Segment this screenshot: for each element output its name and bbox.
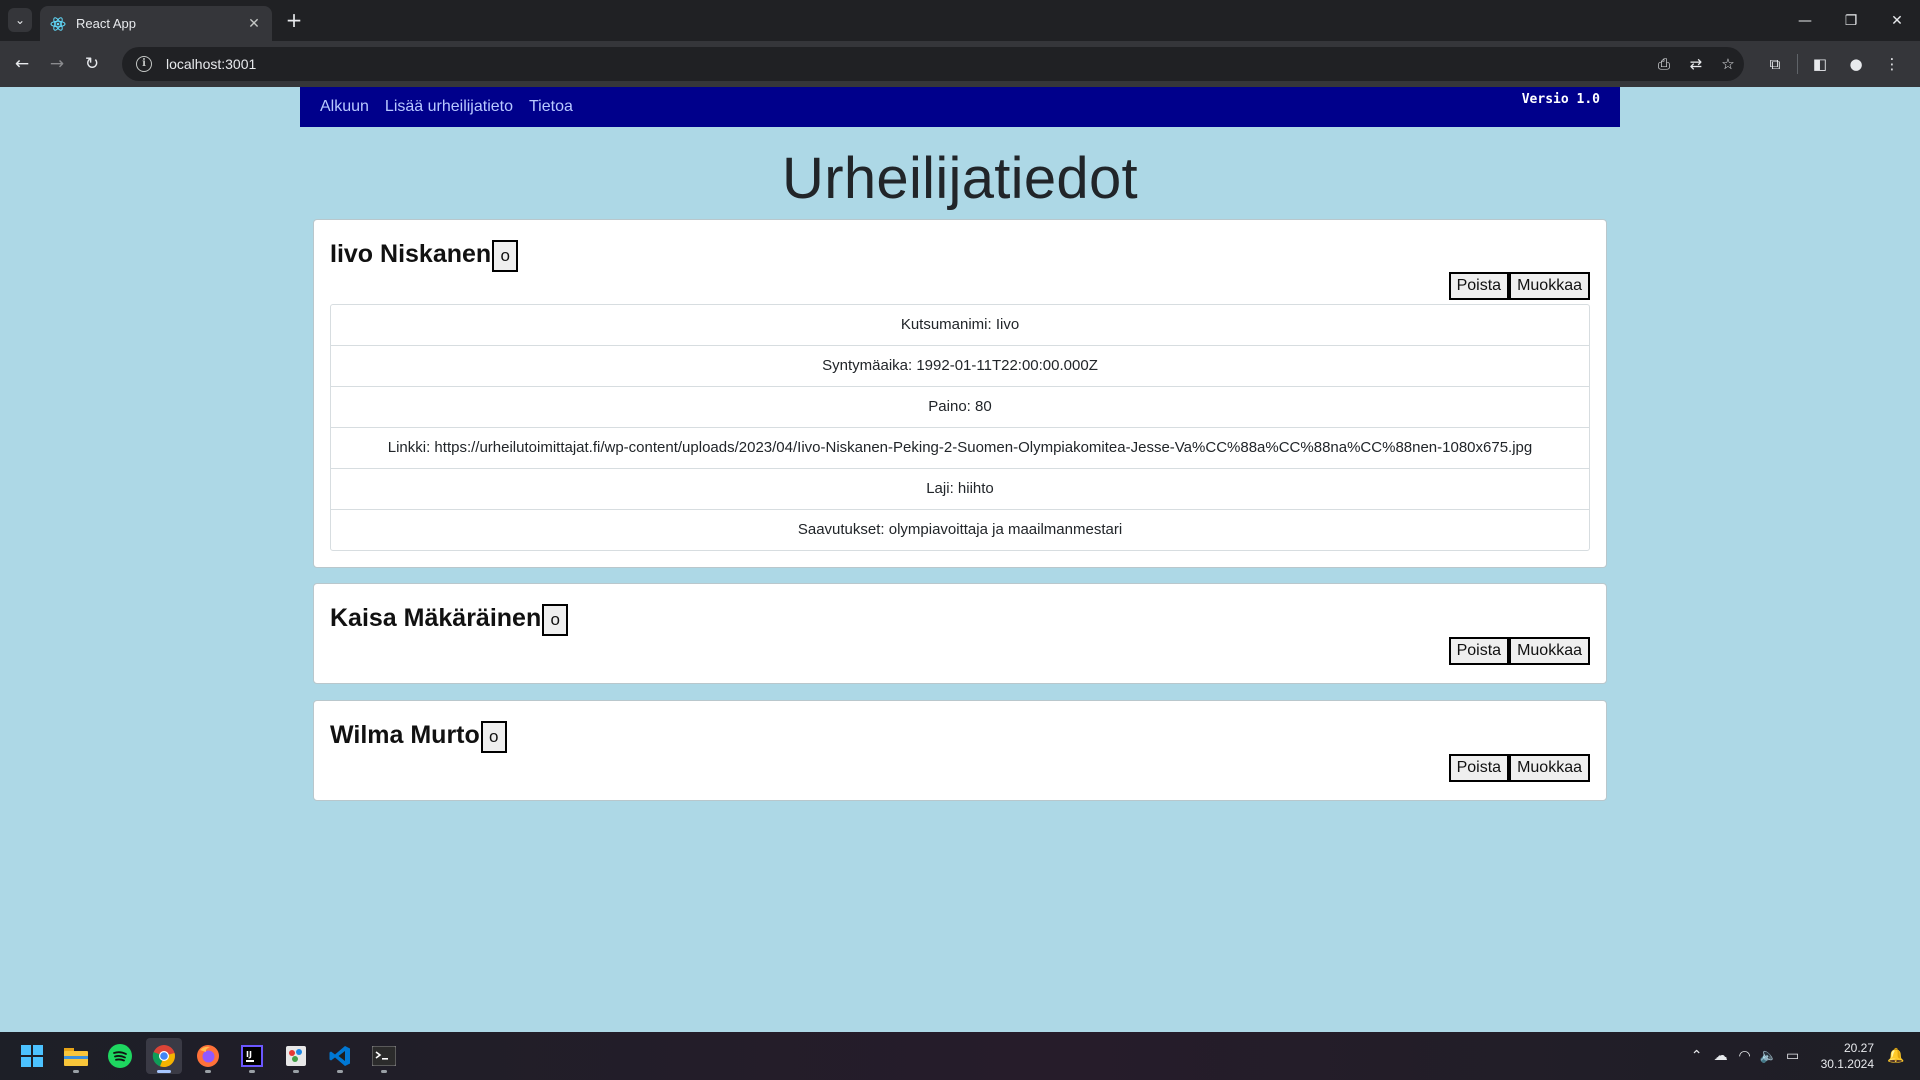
- wifi-icon[interactable]: ◠: [1733, 1048, 1757, 1064]
- page-viewport: Alkuun Lisää urheilijatieto Tietoa Versi…: [0, 87, 1920, 1032]
- file-explorer-icon[interactable]: [58, 1038, 94, 1074]
- version-label: Versio 1.0: [1521, 92, 1600, 107]
- athlete-name: Kaisa Mäkäräinen: [330, 603, 542, 632]
- toolbar-divider: [1797, 54, 1798, 74]
- windows-taskbar: IJ ⌃ ☁ ◠ 🔈 ▭ 20.27 30.1.2024 🔔: [0, 1032, 1920, 1080]
- athlete-name: Iivo Niskanen: [330, 239, 492, 268]
- detail-link: Linkki: https://urheilutoimittajat.fi/wp…: [331, 428, 1589, 469]
- close-window-icon[interactable]: ✕: [1874, 0, 1920, 41]
- athlete-card: Wilma Murto o Poista Muokkaa: [313, 700, 1607, 801]
- chrome-icon[interactable]: [146, 1038, 182, 1074]
- detail-weight: Paino: 80: [331, 387, 1589, 428]
- forward-icon[interactable]: →: [44, 51, 70, 77]
- athlete-card: Iivo Niskanen o Poista Muokkaa Kutsumani…: [313, 219, 1607, 568]
- side-panel-icon[interactable]: ◧: [1802, 51, 1838, 77]
- nav-link-add-athlete[interactable]: Lisää urheilijatieto: [385, 98, 513, 116]
- address-bar[interactable]: i localhost:3001 ⎙ ⇄ ☆: [122, 47, 1744, 81]
- browser-toolbar: ← → ↻ i localhost:3001 ⎙ ⇄ ☆ ⧉ ◧ ● ⋮: [0, 41, 1920, 87]
- translate-icon[interactable]: ⇄: [1680, 55, 1712, 73]
- detail-achievements: Saavutukset: olympiavoittaja ja maailman…: [797, 521, 1123, 538]
- edit-button[interactable]: Muokkaa: [1509, 272, 1590, 300]
- delete-button[interactable]: Poista: [1448, 272, 1510, 300]
- volume-icon[interactable]: 🔈: [1757, 1048, 1781, 1064]
- vscode-icon[interactable]: [322, 1038, 358, 1074]
- clock-date: 30.1.2024: [1820, 1057, 1874, 1071]
- onedrive-offline-icon[interactable]: ☁: [1709, 1048, 1733, 1064]
- delete-button[interactable]: Poista: [1448, 754, 1510, 782]
- delete-button[interactable]: Poista: [1448, 637, 1510, 665]
- back-icon[interactable]: ←: [9, 51, 35, 77]
- battery-icon[interactable]: ▭: [1781, 1048, 1805, 1064]
- detail-nickname: Kutsumanimi: Iivo: [331, 305, 1589, 346]
- edit-button[interactable]: Muokkaa: [1509, 637, 1590, 665]
- nav-link-home[interactable]: Alkuun: [320, 98, 369, 116]
- athlete-name: Wilma Murto: [330, 720, 480, 749]
- toggle-details-button[interactable]: o: [480, 721, 507, 753]
- detail-birthdate: Syntymäaika: 1992-01-11T22:00:00.000Z: [331, 346, 1589, 387]
- edit-button[interactable]: Muokkaa: [1509, 754, 1590, 782]
- clock-time: 20.27: [1843, 1041, 1874, 1055]
- react-logo-icon: [50, 16, 66, 31]
- toggle-details-button[interactable]: o: [492, 240, 519, 272]
- browser-tabstrip: ⌄ React App ✕ + — ❐ ✕: [0, 0, 1920, 41]
- browser-tab[interactable]: React App ✕: [40, 6, 272, 41]
- tab-search-button[interactable]: ⌄: [8, 8, 32, 32]
- page-title: Urheilijatiedot: [782, 146, 1138, 211]
- athlete-card: Kaisa Mäkäräinen o Poista Muokkaa: [313, 583, 1607, 684]
- bookmark-star-icon[interactable]: ☆: [1712, 55, 1744, 73]
- taskbar-clock[interactable]: 20.27 30.1.2024: [1821, 1040, 1874, 1072]
- restore-icon[interactable]: ❐: [1828, 0, 1874, 41]
- intellij-icon[interactable]: IJ: [234, 1038, 270, 1074]
- install-app-icon[interactable]: ⎙: [1648, 55, 1680, 73]
- extensions-icon[interactable]: ⧉: [1757, 51, 1793, 77]
- site-info-icon[interactable]: i: [136, 56, 152, 72]
- minimize-icon[interactable]: —: [1782, 0, 1828, 41]
- show-hidden-icons-icon[interactable]: ⌃: [1685, 1048, 1709, 1064]
- profile-icon[interactable]: ●: [1838, 51, 1874, 77]
- athlete-details-list: Kutsumanimi: Iivo Syntymäaika: 1992-01-1…: [330, 304, 1590, 551]
- tab-title: React App: [76, 16, 136, 31]
- terminal-icon[interactable]: [366, 1038, 402, 1074]
- firefox-icon[interactable]: [190, 1038, 226, 1074]
- detail-sport: Laji: hiihto: [331, 469, 1589, 510]
- tab-close-icon[interactable]: ✕: [246, 16, 262, 32]
- svg-text:IJ: IJ: [246, 1050, 252, 1059]
- url-text[interactable]: localhost:3001: [166, 56, 256, 72]
- notifications-bell-icon[interactable]: 🔔: [1884, 1048, 1908, 1064]
- nav-link-about[interactable]: Tietoa: [529, 98, 573, 116]
- menu-icon[interactable]: ⋮: [1874, 51, 1910, 77]
- new-tab-button[interactable]: +: [282, 9, 306, 33]
- top-navbar: Alkuun Lisää urheilijatieto Tietoa Versi…: [300, 87, 1620, 127]
- paint-icon[interactable]: [278, 1038, 314, 1074]
- start-icon[interactable]: [14, 1038, 50, 1074]
- reload-icon[interactable]: ↻: [79, 51, 105, 77]
- toggle-details-button[interactable]: o: [542, 604, 569, 636]
- spotify-icon[interactable]: [102, 1038, 138, 1074]
